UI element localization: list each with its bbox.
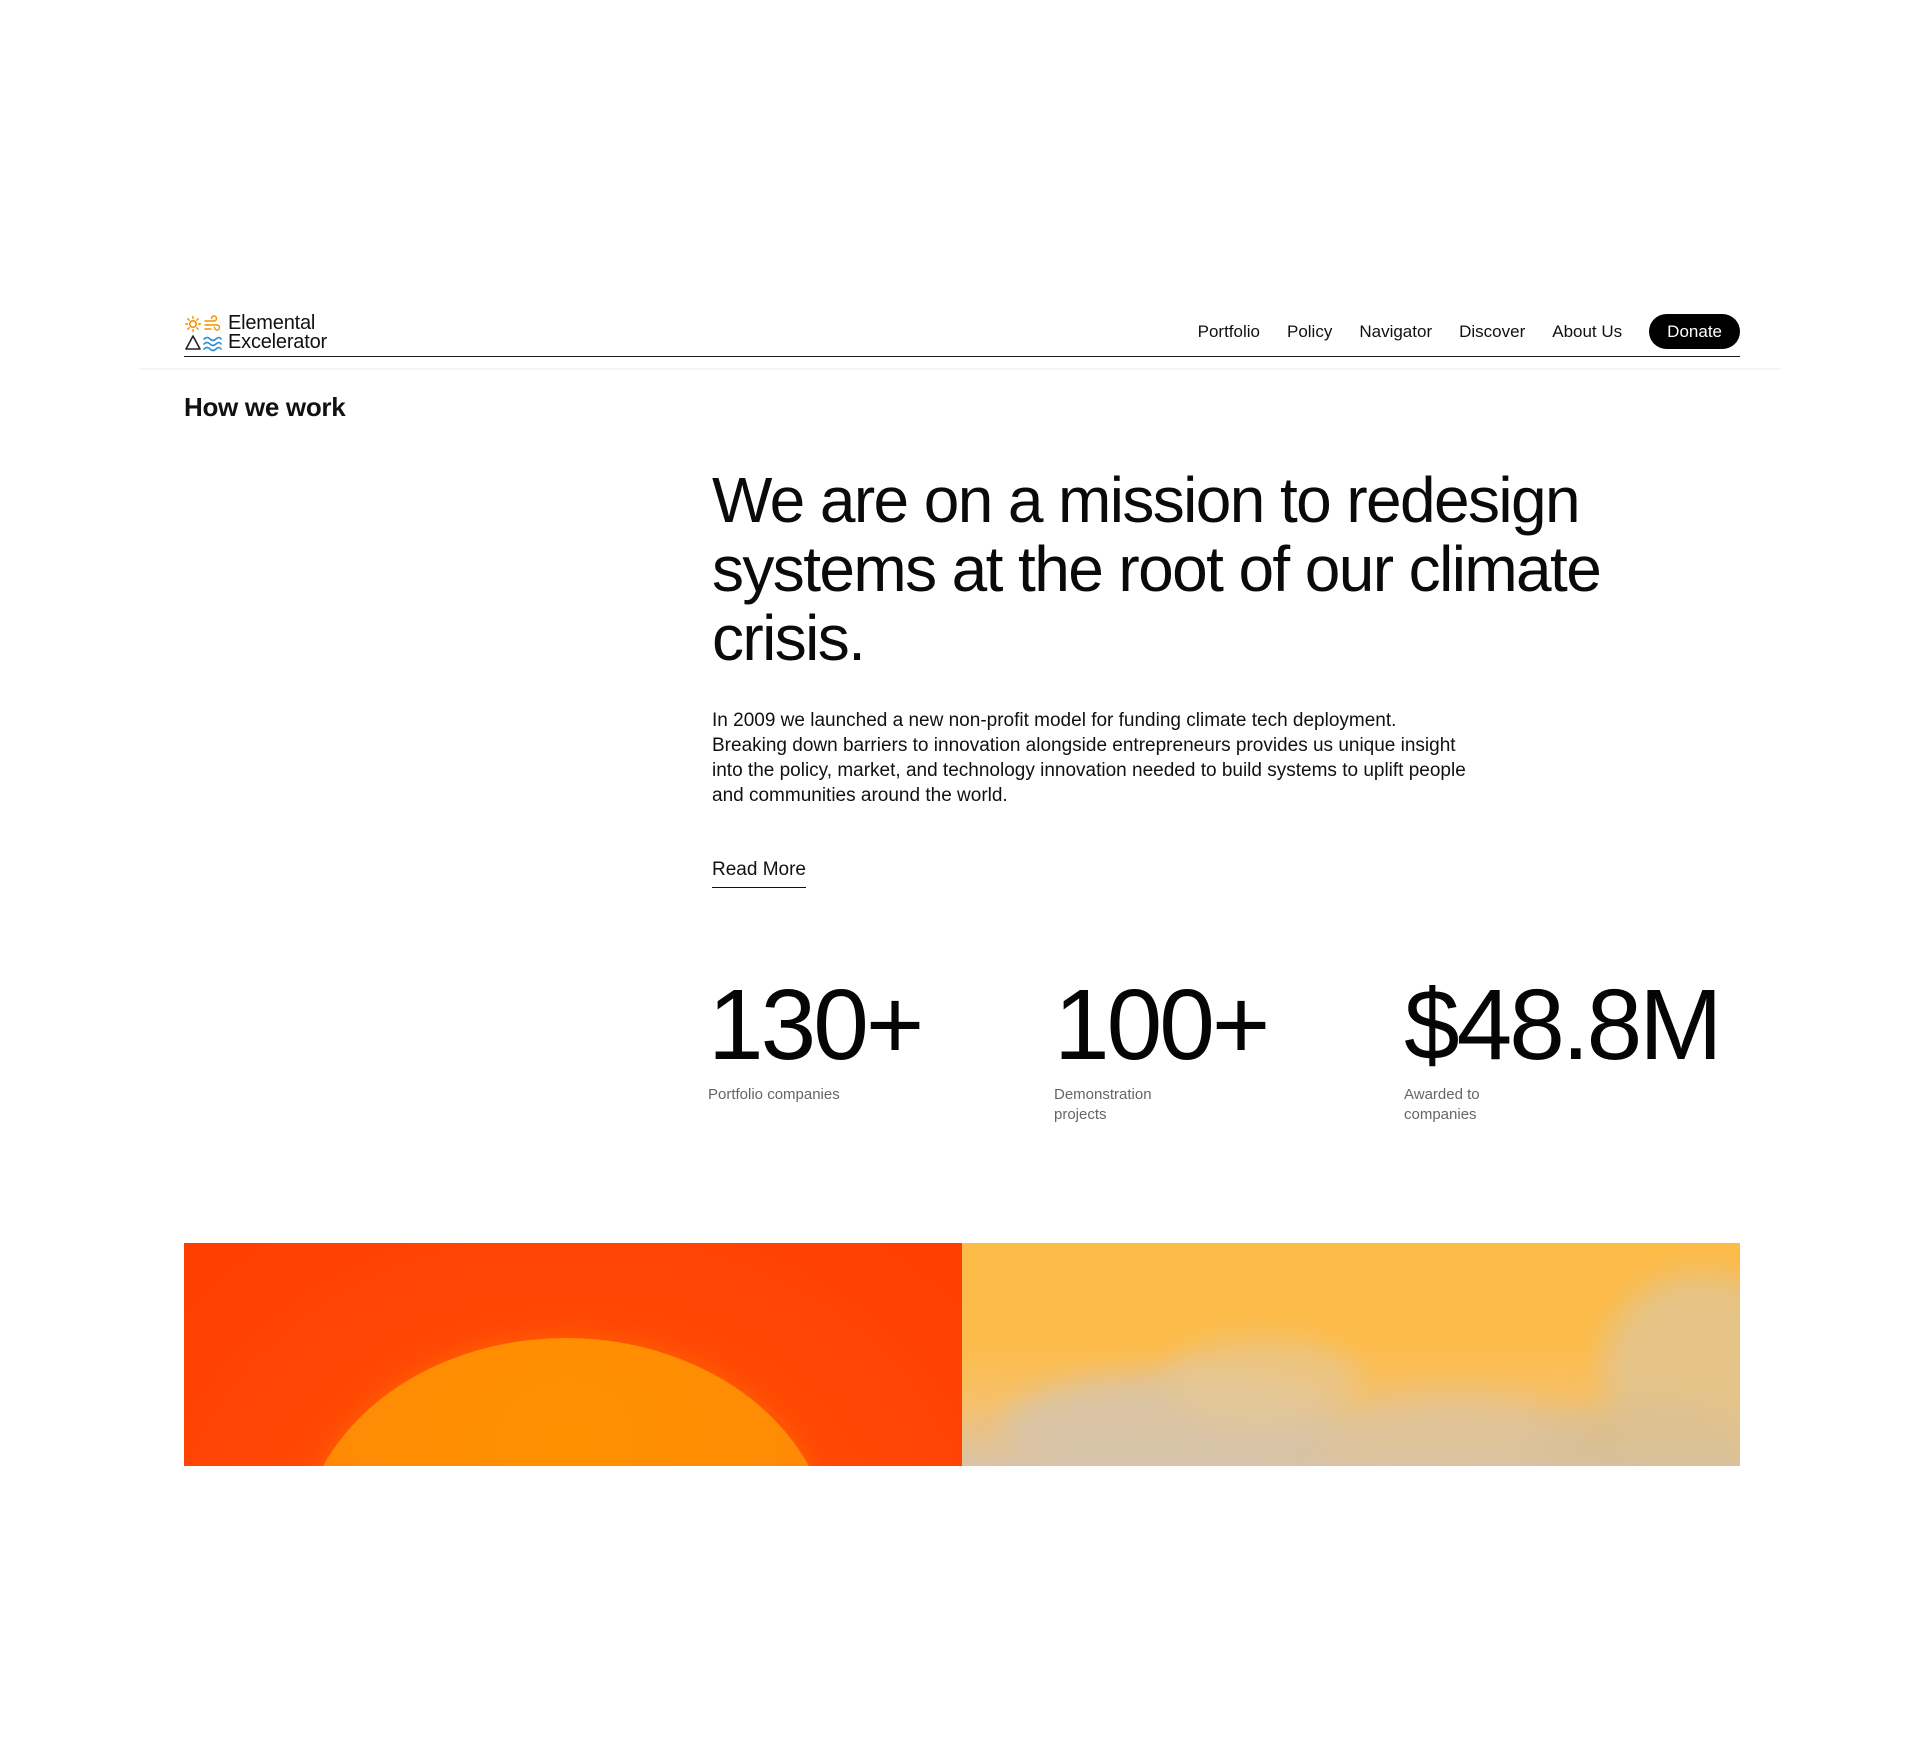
hero-headline: We are on a mission to redesign systems … xyxy=(712,464,1602,674)
cloud-shape xyxy=(1162,1338,1362,1428)
donate-button[interactable]: Donate xyxy=(1649,314,1740,349)
stat-value: 100+ xyxy=(1054,969,1270,1081)
logo[interactable]: Elemental Excelerator xyxy=(184,313,327,353)
site-header: Elemental Excelerator Portfolio Policy N… xyxy=(184,312,1740,357)
stat-value: 130+ xyxy=(708,969,924,1081)
stat-demonstration-projects: 100+ Demonstration projects xyxy=(1054,969,1270,1125)
hero-body: In 2009 we launched a new non-profit mod… xyxy=(712,710,1466,806)
stat-label: Portfolio companies xyxy=(708,1086,840,1103)
logo-wordmark: Elemental Excelerator xyxy=(228,313,327,353)
sun-shape xyxy=(300,1338,832,1466)
stat-value: $48.8M xyxy=(1404,969,1723,1081)
stat-portfolio-companies: 130+ Portfolio companies xyxy=(708,969,924,1105)
logo-line-2: Excelerator xyxy=(228,331,327,353)
stat-label: Demonstration projects xyxy=(1054,1086,1152,1123)
section-label: How we work xyxy=(184,392,346,422)
stat-label: Awarded to companies xyxy=(1404,1086,1480,1123)
stat-awarded: $48.8M Awarded to companies xyxy=(1404,969,1723,1125)
sunrise-image xyxy=(184,1243,962,1466)
nav-policy[interactable]: Policy xyxy=(1287,322,1332,342)
header-divider xyxy=(140,368,1780,370)
read-more-link[interactable]: Read More xyxy=(712,859,806,888)
elemental-logo-icon xyxy=(184,315,222,352)
nav-discover[interactable]: Discover xyxy=(1459,322,1525,342)
nav-about-us[interactable]: About Us xyxy=(1552,322,1622,342)
nav-navigator[interactable]: Navigator xyxy=(1359,322,1432,342)
nav-portfolio[interactable]: Portfolio xyxy=(1198,322,1260,342)
sky-image xyxy=(962,1243,1740,1466)
main-nav: Portfolio Policy Navigator Discover Abou… xyxy=(1198,314,1740,349)
image-banner xyxy=(184,1243,1740,1466)
